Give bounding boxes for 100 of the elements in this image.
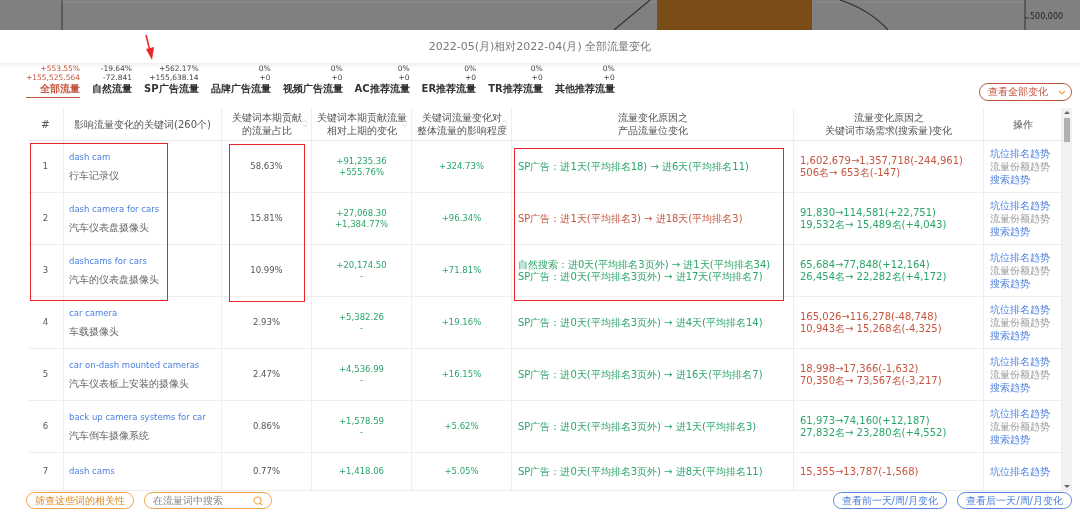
search-volume-text: 1,602,679→1,357,718(-244,961) [800,154,963,167]
ranking-change-text: SP广告：进0天(平均排名3页外) → 进8天(平均排名11) [518,465,763,478]
share-cell: 2.93% [222,297,312,349]
impact-cell: +324.73% [412,141,512,193]
action-link[interactable]: 搜索趋势 [990,277,1030,290]
action-link[interactable]: 坑位排名趋势 [990,303,1050,316]
keyword-link[interactable]: dash cam [69,152,111,163]
action-link[interactable]: 坑位排名趋势 [990,355,1050,368]
keyword-translation: 汽车仪表盘摄像头 [69,222,149,233]
view-dropdown[interactable]: 查看全部变化 [979,83,1072,101]
rank-cell: 1 [28,141,64,193]
keyword-link[interactable]: back up camera systems for car [69,412,206,423]
rank-cell: 5 [28,349,64,401]
action-link[interactable]: 坑位排名趋势 [990,147,1050,160]
search-volume-text: 165,026→116,278(-48,748) [800,310,938,323]
keyword-link[interactable]: car camera [69,308,118,319]
annotation-arrow [143,34,155,61]
share-cell: 0.77% [222,453,312,491]
column-header: 流量变化原因之 关键词市场需求(搜索量)变化 [794,108,984,141]
keyword-link[interactable]: dashcams for cars [69,256,147,267]
action-link[interactable]: 坑位排名趋势 [990,465,1050,478]
column-header: 流量变化原因之 产品流量位变化 [512,108,794,141]
share-cell: 10.99% [222,245,312,297]
search-volume-text: 506名→ 653名(-147) [800,166,901,179]
action-link[interactable]: 搜索趋势 [990,433,1030,446]
search-icon [253,495,263,506]
ranking-change-text: SP广告：进0天(平均排名3页外) → 进17天(平均排名7) [518,270,763,283]
ranking-change-text: SP广告：进0天(平均排名3页外) → 进1天(平均排名3) [518,420,757,433]
column-header: 关键词本期贡献流量 相对上期的变化 [312,108,412,141]
change-value: +5,382.26 [339,311,384,323]
action-link[interactable]: 搜索趋势 [990,173,1030,186]
ranking-change-text: 自然搜索：进0天(平均排名3页外) → 进1天(平均排名34) [518,258,771,271]
share-cell: 15.81% [222,193,312,245]
keyword-translation: 汽车的仪表盘摄像头 [69,274,159,285]
search-volume-text: 27,832名→ 23,280名(+4,552) [800,426,947,439]
keyword-translation: 车载摄像头 [69,326,119,337]
next-period-button[interactable]: 查看后一天/周/月变化 [957,492,1072,509]
rank-cell: 7 [28,453,64,491]
axis-label: 500,000 [1030,12,1064,21]
keyword-translation: 汽车倒车摄像系统 [69,430,149,441]
change-value: +27,068.30 [336,207,387,219]
impact-cell: +71.81% [412,245,512,297]
rank-cell: 6 [28,401,64,453]
search-volume-text: 15,355→13,787(-1,568) [800,465,919,478]
scroll-down-icon[interactable] [1064,484,1070,489]
action-link[interactable]: 搜索趋势 [990,329,1030,342]
ranking-change-text: SP广告：进1天(平均排名18) → 进6天(平均排名11) [518,160,749,173]
filter-relevance-button[interactable]: 筛查这些词的相关性 [26,492,134,509]
change-value: +4,536.99 [339,363,384,375]
change-value: - [359,426,364,438]
rank-cell: 2 [28,193,64,245]
impact-cell: +96.34% [412,193,512,245]
rank-cell: 4 [28,297,64,349]
change-value: +555.76% [339,166,384,178]
change-value: - [359,374,364,386]
scroll-up-icon[interactable] [1064,110,1070,115]
keyword-translation: 汽车仪表板上安装的摄像头 [69,378,189,389]
ranking-change-text: SP广告：进0天(平均排名3页外) → 进16天(平均排名7) [518,368,763,381]
ranking-change-text: SP广告：进0天(平均排名3页外) → 进4天(平均排名14) [518,316,763,329]
change-value: - [359,270,364,282]
keyword-link[interactable]: dash camera for cars [69,204,160,215]
action-link[interactable]: 坑位排名趋势 [990,199,1050,212]
change-value: +91,235.36 [336,155,387,167]
change-value: +1,418.06 [339,466,384,477]
action-link[interactable]: 搜索趋势 [990,381,1030,394]
action-link[interactable]: 坑位排名趋势 [990,407,1050,420]
chevron-down-icon [1058,89,1066,95]
search-volume-text: 65,684→77,848(+12,164) [800,258,930,271]
action-link[interactable]: 坑位排名趋势 [990,251,1050,264]
search-volume-text: 61,973→74,160(+12,187) [800,414,930,427]
column-header: 影响流量变化的关键词(260个) [64,108,222,141]
column-header: 关键词流量变化对 整体流量的影响程度 [412,108,512,141]
search-volume-text: 18,998→17,366(-1,632) [800,362,919,375]
action-link[interactable]: 搜索趋势 [990,225,1030,238]
search-volume-text: 26,454名→ 22,282名(+4,172) [800,270,947,283]
search-volume-text: 70,350名→ 73,567名(-3,217) [800,374,942,387]
share-cell: 2.47% [222,349,312,401]
column-header: # [28,108,64,141]
share-cell: 58.63% [222,141,312,193]
search-volume-text: 91,830→114,581(+22,751) [800,206,936,219]
previous-period-button[interactable]: 查看前一天/周/月变化 [832,492,948,509]
search-volume-text: 10,943名→ 15,268名(-4,325) [800,322,942,335]
impact-cell: +5.62% [412,401,512,453]
change-value: +1,384.77% [334,218,389,230]
column-header: 关键词本期贡献 的流量占比 [222,108,312,141]
dialog-title: 2022-05(月)相对2022-04(月) 全部流量变化 [428,39,652,54]
keyword-link[interactable]: dash cams [69,466,115,477]
change-value: - [359,322,364,334]
scrollbar[interactable] [1062,108,1072,491]
impact-cell: +5.05% [412,453,512,491]
scrollbar-thumb[interactable] [1064,118,1070,142]
impact-cell: +16.15% [412,349,512,401]
share-cell: 0.86% [222,401,312,453]
rank-cell: 3 [28,245,64,297]
change-value: +1,578.59 [339,415,384,427]
ranking-change-text: SP广告：进1天(平均排名3) → 进18天(平均排名3) [518,212,743,225]
change-value: +20,174.50 [336,259,387,271]
impact-cell: +19.16% [412,297,512,349]
keyword-link[interactable]: car on-dash mounted cameras [69,360,200,371]
keyword-translation: 行车记录仪 [69,170,119,181]
